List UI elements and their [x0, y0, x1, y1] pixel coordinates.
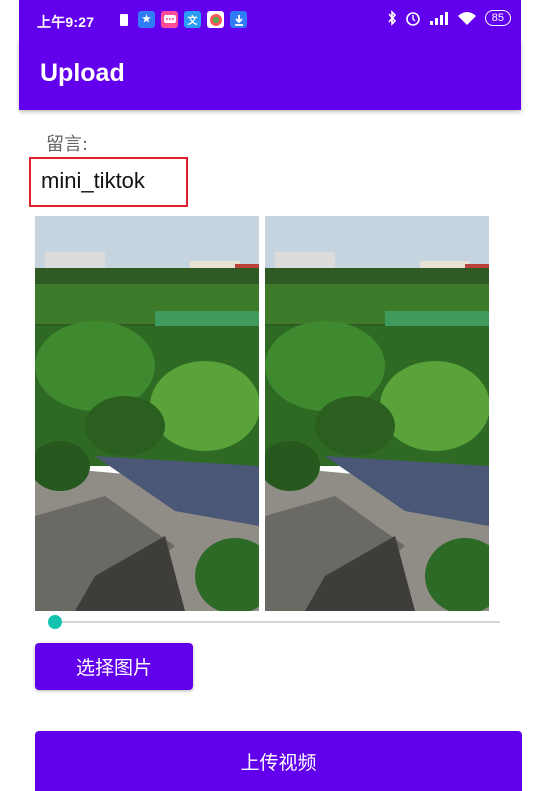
upload-video-button[interactable]: 上传视频	[35, 731, 522, 791]
slider-track[interactable]	[62, 621, 500, 623]
message-label: 留言:	[46, 134, 89, 155]
alarm-icon	[405, 12, 420, 26]
battery-icon: 85	[484, 10, 511, 26]
preview-image-left	[35, 216, 259, 611]
translate-icon: 文	[184, 11, 201, 28]
sim-icon	[115, 11, 132, 28]
preview-image-right	[265, 216, 489, 611]
browser-icon	[207, 11, 224, 28]
slider-thumb[interactable]	[48, 615, 62, 629]
message-field[interactable]: mini_tiktok	[29, 157, 188, 207]
app-bar: Upload	[19, 40, 521, 110]
pick-image-button[interactable]: 选择图片	[35, 643, 193, 690]
app-star-icon: ★	[138, 11, 155, 28]
notification-icons: ★ 文	[115, 11, 247, 28]
download-icon	[230, 11, 247, 28]
status-bar: 上午9:27 ★ 文 85	[19, 0, 521, 40]
message-value: mini_tiktok	[41, 168, 145, 193]
wifi-icon	[457, 12, 476, 25]
message-icon	[161, 11, 178, 28]
bluetooth-icon	[388, 10, 396, 26]
page-title: Upload	[40, 59, 125, 87]
signal-icon	[429, 12, 448, 25]
system-icons: 85	[387, 10, 511, 26]
status-time: 上午9:27	[37, 14, 95, 30]
